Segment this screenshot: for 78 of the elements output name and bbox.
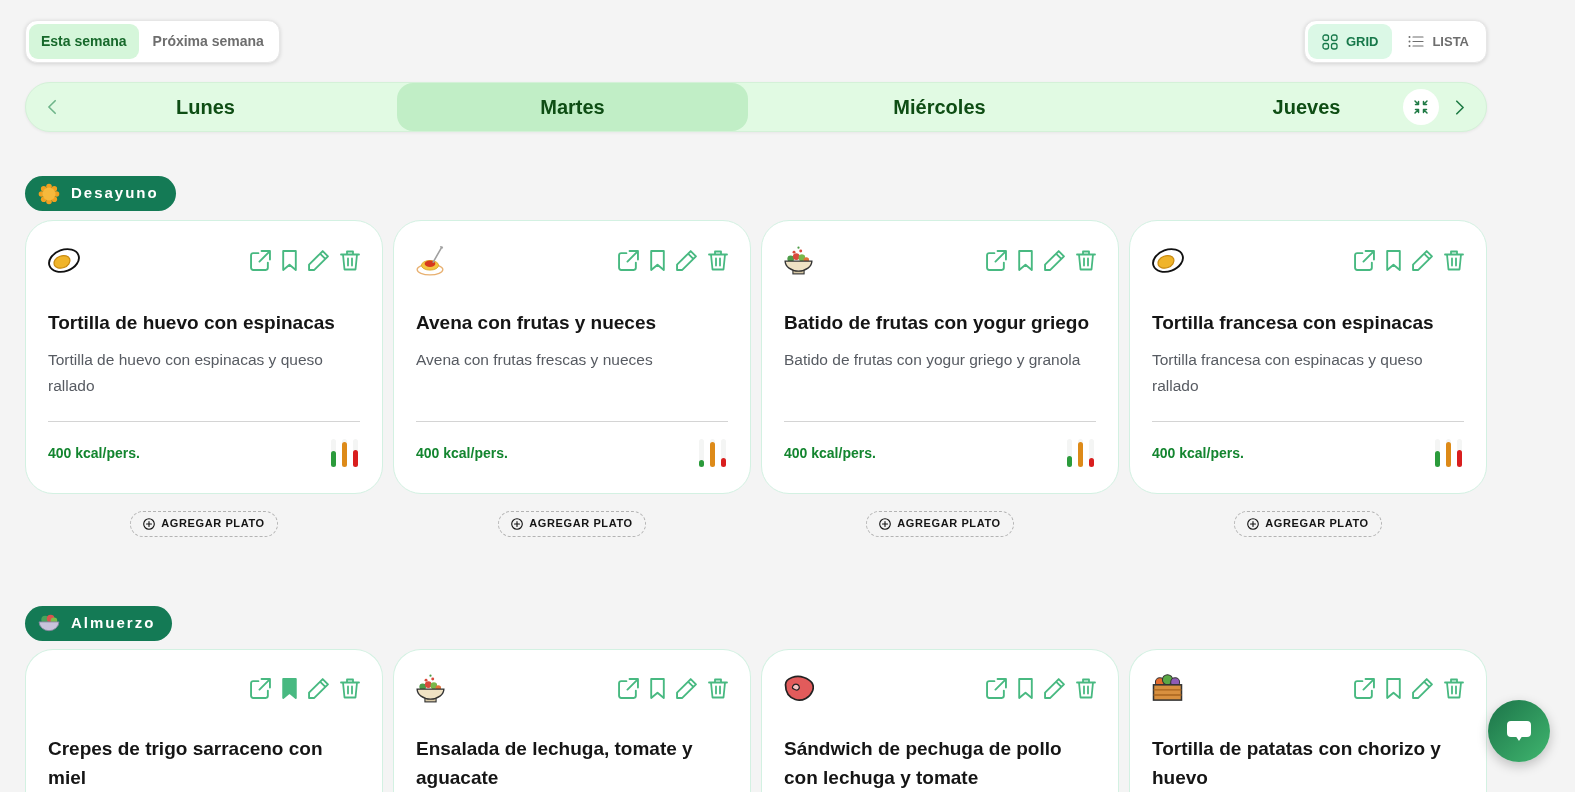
trash-icon[interactable] (708, 250, 728, 271)
day-tab[interactable]: Jueves (1131, 83, 1482, 131)
external-link-icon[interactable] (986, 677, 1007, 699)
week-tab[interactable]: Esta semana (29, 24, 139, 59)
grid-view-icon (1321, 33, 1338, 50)
pencil-icon[interactable] (308, 677, 329, 699)
external-link-icon[interactable] (250, 677, 271, 699)
pencil-icon[interactable] (1412, 677, 1433, 699)
chat-button[interactable] (1488, 700, 1550, 762)
day-tab[interactable]: Miércoles (764, 83, 1115, 131)
chat-bubble-icon (1507, 721, 1531, 741)
bookmark-icon[interactable] (1386, 677, 1401, 699)
chevron-right-icon[interactable] (1455, 99, 1464, 115)
plus-circle-icon (1247, 517, 1260, 530)
egg-icon (1152, 248, 1184, 273)
view-option-button[interactable]: GRID (1307, 24, 1393, 59)
collapse-icon[interactable] (1403, 89, 1439, 125)
plus-circle-icon (511, 517, 524, 530)
dish-title: Avena con frutas y nueces (416, 310, 658, 335)
dish-title: Tortilla de huevo con espinacas (48, 310, 336, 335)
pencil-icon[interactable] (1412, 250, 1433, 271)
trash-icon[interactable] (708, 677, 728, 699)
trash-icon[interactable] (1076, 677, 1096, 699)
spaghetti-plate-icon (416, 245, 444, 276)
external-link-icon[interactable] (618, 677, 639, 699)
pencil-icon[interactable] (676, 677, 697, 699)
week-tab[interactable]: Próxima semana (140, 24, 276, 59)
dish-title: Tortilla francesa con espinacas (1152, 310, 1435, 335)
dish-title: Sándwich de pechuga de pollo con lechuga y tomate (784, 737, 1063, 790)
dish-description: Tortilla francesa con espinacas y queso rallado (1152, 349, 1424, 396)
bookmark-icon[interactable] (1386, 250, 1401, 271)
bookmark-icon[interactable] (650, 250, 665, 271)
dish-title: Crepes de trigo sarraceno con miel (48, 737, 324, 790)
dish-description: Tortilla de huevo con espinacas y queso rallado (48, 349, 324, 396)
external-link-icon[interactable] (618, 250, 639, 271)
calorie-text: 400 kcal/pers. (1152, 444, 1244, 463)
view-option-button[interactable]: LISTA (1394, 24, 1483, 59)
bookmark-icon[interactable] (282, 250, 297, 271)
calorie-text: 400 kcal/pers. (48, 444, 140, 463)
bookmark-icon[interactable] (650, 677, 665, 699)
bookmark-icon[interactable] (1018, 250, 1033, 271)
external-link-icon[interactable] (1354, 677, 1375, 699)
list-view-icon (1408, 35, 1425, 48)
calorie-text: 400 kcal/pers. (784, 444, 876, 463)
day-tab[interactable]: Martes (397, 83, 748, 131)
dish-description: Avena con frutas frescas y nueces (416, 349, 654, 370)
chevron-left-icon[interactable] (48, 99, 57, 115)
plus-circle-icon (879, 517, 892, 530)
dish-title: Batido de frutas con yogur griego (784, 310, 1091, 335)
salad-bowl-icon (38, 614, 60, 632)
bookmark-icon[interactable] (282, 677, 297, 699)
pencil-icon[interactable] (1044, 677, 1065, 699)
steak-icon (784, 674, 814, 702)
pencil-icon[interactable] (676, 250, 697, 271)
dish-title: Ensalada de lechuga, tomate y aguacate (416, 737, 694, 790)
meal-title: Almuerzo (71, 612, 156, 633)
external-link-icon[interactable] (1354, 250, 1375, 271)
dish-description: Batido de frutas con yogur griego y granola (784, 349, 1082, 370)
meal-title: Desayuno (71, 183, 159, 204)
bookmark-icon[interactable] (1018, 677, 1033, 699)
external-link-icon[interactable] (986, 250, 1007, 271)
trash-icon[interactable] (1076, 250, 1096, 271)
trash-icon[interactable] (340, 250, 360, 271)
pencil-icon[interactable] (1044, 250, 1065, 271)
plus-circle-icon (143, 517, 156, 530)
egg-icon (48, 248, 80, 273)
sun-icon (38, 182, 60, 205)
dish-title: Tortilla de patatas con chorizo y huevo (1152, 737, 1442, 790)
trash-icon[interactable] (340, 677, 360, 699)
day-tab[interactable]: Lunes (30, 83, 381, 131)
trash-icon[interactable] (1444, 677, 1464, 699)
vegetable-crate-icon (1152, 674, 1183, 703)
pencil-icon[interactable] (308, 250, 329, 271)
external-link-icon[interactable] (250, 250, 271, 271)
salad-bowl-icon (784, 246, 813, 275)
salad-bowl-icon (416, 673, 445, 703)
trash-icon[interactable] (1444, 250, 1464, 271)
calorie-text: 400 kcal/pers. (416, 444, 508, 463)
